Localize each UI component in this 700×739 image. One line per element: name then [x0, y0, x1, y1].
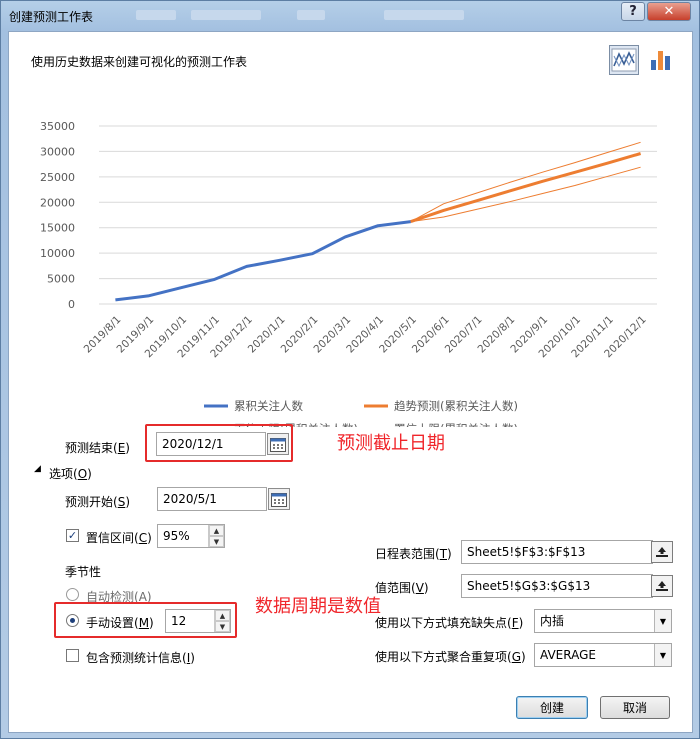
fill-missing-label: 使用以下方式填充缺失点(F) [375, 616, 524, 630]
y-tick-label: 25000 [40, 171, 75, 184]
title-bar[interactable]: 创建预测工作表 ? ✕ [1, 1, 699, 31]
aggregate-duplicates-select[interactable]: AVERAGE [534, 643, 672, 667]
series-line [115, 220, 411, 302]
column-chart-toggle[interactable] [646, 45, 676, 75]
value-range-label: 值范围(V) [375, 581, 429, 595]
forecast-start-label: 预测开始(S) [65, 495, 130, 509]
spin-up-icon[interactable]: ▲ [209, 525, 224, 536]
y-tick-label: 35000 [40, 120, 75, 133]
y-tick-label: 10000 [40, 247, 75, 260]
y-tick-label: 5000 [47, 273, 75, 286]
dialog-description: 使用历史数据来创建可视化的预测工作表 [31, 55, 248, 69]
legend-label: 趋势预测(累积关注人数) [394, 399, 518, 413]
series-line [410, 166, 641, 223]
fill-missing-select[interactable]: 内插 [534, 609, 672, 633]
dialog-window: 创建预测工作表 ? ✕ 使用历史数据来创建可视化的预测工作表 0 5000 1000… [0, 0, 700, 739]
aggregate-duplicates-label: 使用以下方式聚合重复项(G) [375, 650, 526, 664]
cancel-button[interactable]: 取消 [600, 696, 670, 719]
timeline-range-label: 日程表范围(T) [375, 547, 452, 561]
range-select-icon [656, 581, 668, 591]
help-button[interactable]: ? [621, 2, 645, 21]
calendar-icon [271, 492, 287, 507]
highlight-box-period [54, 602, 237, 638]
highlight-box-end-date [145, 424, 293, 462]
bar-chart-icon [651, 51, 670, 70]
series-line [410, 152, 642, 224]
background-ribbon-ghost [297, 10, 325, 20]
forecast-chart: 050001000015000200002500030000350002019/… [40, 120, 657, 427]
forecast-start-input[interactable]: 2020/5/1 [157, 487, 267, 511]
create-button[interactable]: 创建 [516, 696, 588, 719]
line-chart-toggle[interactable] [609, 45, 639, 75]
legend-label: 置信上限(累积关注人数) [394, 422, 518, 427]
background-ribbon-ghost [384, 10, 464, 20]
y-tick-label: 15000 [40, 222, 75, 235]
spin-down-icon[interactable]: ▼ [209, 536, 224, 547]
line-chart-icon [611, 48, 637, 72]
window-title: 创建预测工作表 [9, 10, 94, 24]
range-select-icon [656, 547, 668, 557]
value-range-select-button[interactable] [651, 575, 673, 597]
annotation-period: 数据周期是数值 [255, 596, 381, 617]
background-ribbon-ghost [191, 10, 261, 20]
chevron-down-icon[interactable]: ▼ [654, 644, 671, 666]
y-tick-label: 0 [68, 298, 75, 311]
include-stats-checkbox[interactable] [66, 649, 79, 662]
close-button[interactable]: ✕ [647, 2, 691, 21]
annotation-end-date: 预测截止日期 [337, 433, 445, 454]
chevron-down-icon[interactable]: ▼ [654, 610, 671, 632]
options-section-label[interactable]: 选项(O) [49, 465, 92, 482]
forecast-end-label: 预测结束(E) [65, 441, 130, 455]
value-range-input[interactable]: Sheet5!$G$3:$G$13 [461, 574, 653, 598]
forecast-start-calendar-button[interactable] [268, 488, 290, 510]
seasonality-label: 季节性 [65, 565, 102, 579]
y-tick-label: 20000 [40, 196, 75, 209]
y-tick-label: 30000 [40, 145, 75, 158]
background-ribbon-ghost [136, 10, 176, 20]
confidence-interval-spinner[interactable]: ▲ ▼ [208, 525, 224, 547]
confidence-interval-label: 置信区间(C) [86, 531, 152, 545]
timeline-range-input[interactable]: Sheet5!$F$3:$F$13 [461, 540, 653, 564]
auto-detect-radio[interactable] [66, 588, 79, 601]
options-collapse-arrow[interactable]: ◢ [34, 464, 41, 474]
dialog-client: 使用历史数据来创建可视化的预测工作表 0 5000 10000 15000 20000 2… [8, 31, 693, 733]
legend-label: 累积关注人数 [234, 399, 303, 413]
timeline-range-select-button[interactable] [651, 541, 673, 563]
include-stats-label: 包含预测统计信息(I) [86, 651, 195, 665]
confidence-interval-checkbox[interactable]: ✓ [66, 529, 79, 542]
